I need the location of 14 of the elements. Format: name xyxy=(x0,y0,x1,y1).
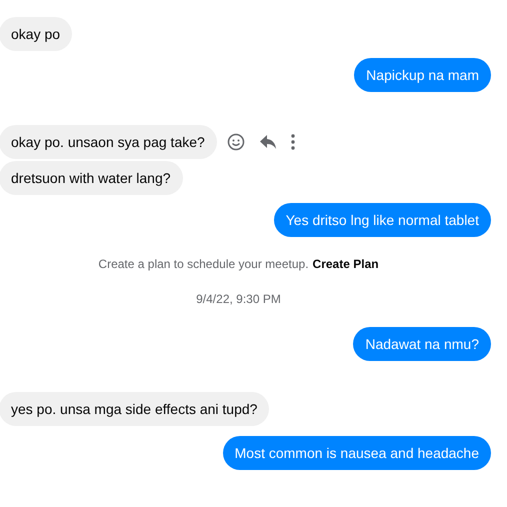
message-bubble: Napickup na mam xyxy=(354,58,491,92)
notice-text: Create a plan to schedule your meetup. xyxy=(98,256,309,272)
message-bubble: Nadawat na nmu? xyxy=(353,327,491,361)
message-bubble: dretsuon with water lang? xyxy=(0,161,183,195)
reply-icon[interactable] xyxy=(258,134,277,150)
more-icon[interactable] xyxy=(290,134,295,150)
message-bubble: okay po xyxy=(0,17,72,51)
emoji-icon[interactable] xyxy=(226,133,245,151)
message-bubble: yes po. unsa mga side effects ani tupd? xyxy=(0,392,270,426)
message-bubble: okay po. unsaon sya pag take? xyxy=(0,125,217,159)
message-bubble: Most common is nausea and headache xyxy=(222,436,491,470)
timestamp: 9/4/22, 9:30 PM xyxy=(196,291,281,307)
message-bubble: Yes dritso lng like normal tablet xyxy=(274,203,491,237)
create-plan-link[interactable]: Create Plan xyxy=(312,256,379,272)
